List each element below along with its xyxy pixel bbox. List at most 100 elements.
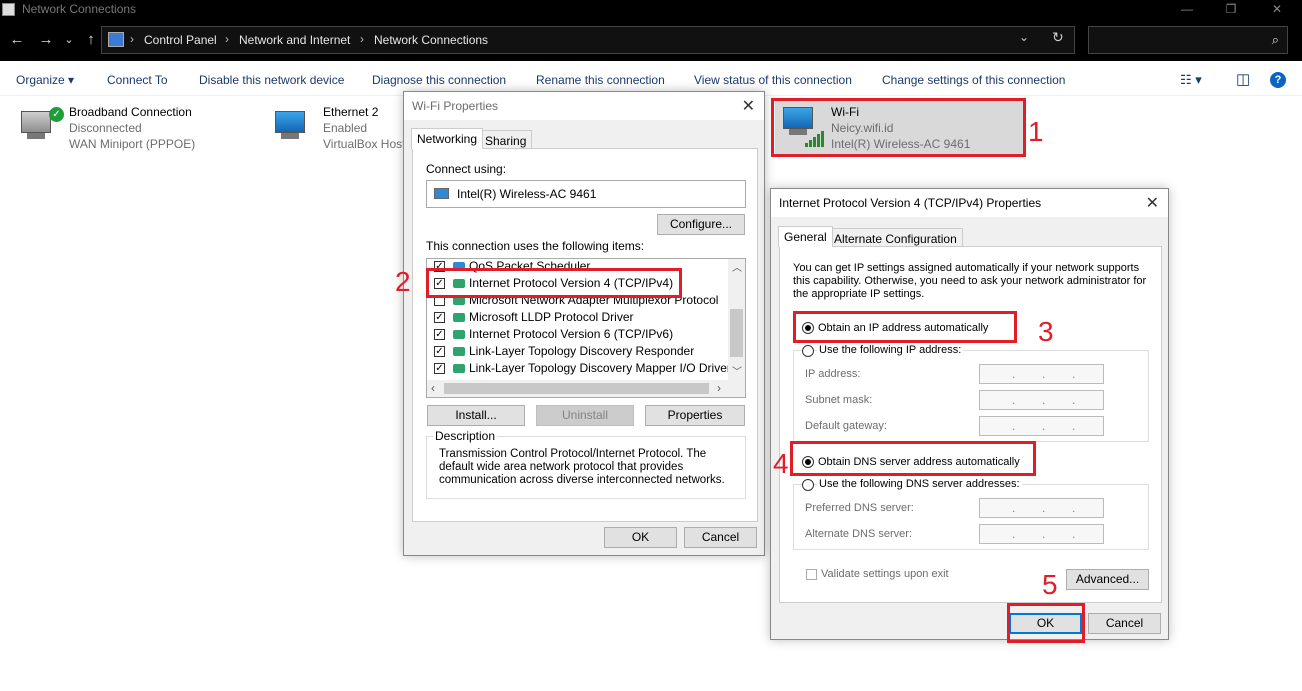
ok-button[interactable]: OK <box>604 527 677 548</box>
recent-locations-button[interactable]: ⌄ <box>58 30 80 50</box>
minimize-button[interactable]: — <box>1164 0 1210 20</box>
item-label: Link-Layer Topology Discovery Mapper I/O… <box>469 361 731 375</box>
connection-status: Enabled <box>323 121 368 135</box>
configure-button[interactable]: Configure... <box>657 214 745 235</box>
window-title: Network Connections <box>22 2 137 16</box>
forward-button[interactable]: → <box>35 30 57 50</box>
annotation-number-3: 3 <box>1038 316 1054 347</box>
cancel-button[interactable]: Cancel <box>1088 613 1161 634</box>
use-ip-radio[interactable] <box>802 345 814 357</box>
alternate-dns-field: ... <box>979 524 1104 544</box>
adapter-field: Intel(R) Wireless-AC 9461 <box>426 180 746 208</box>
use-dns-radio[interactable] <box>802 479 814 491</box>
connection-device: VirtualBox Host <box>323 137 403 151</box>
maximize-button[interactable]: ❐ <box>1208 0 1254 20</box>
static-ip-group: Use the following IP address: IP address… <box>793 344 1149 442</box>
breadcrumb-separator: › <box>360 32 364 46</box>
close-icon[interactable]: ✕ <box>742 96 755 116</box>
checkbox[interactable]: ✓ <box>434 346 445 357</box>
diagnose-button[interactable]: Diagnose this connection <box>372 73 506 87</box>
description-text: Transmission Control Protocol/Internet P… <box>439 448 725 486</box>
protocol-icon <box>453 347 465 356</box>
connection-name: Broadband Connection <box>69 105 192 119</box>
dialog-title: Internet Protocol Version 4 (TCP/IPv4) P… <box>779 196 1042 210</box>
network-connections-window: { "window": { "title": "Network Connecti… <box>0 0 1302 691</box>
scrollbar-thumb[interactable] <box>730 309 743 357</box>
preview-pane-icon[interactable]: ◫ <box>1236 70 1250 88</box>
validate-checkbox[interactable] <box>806 569 817 580</box>
default-gateway-field: ... <box>979 416 1104 436</box>
ip-address-field: ... <box>979 364 1104 384</box>
network-connections-icon <box>2 3 15 16</box>
adapter-icon <box>434 188 449 199</box>
ip-address-label: IP address: <box>805 368 861 380</box>
connection-device: WAN Miniport (PPPOE) <box>69 137 196 151</box>
protocol-icon <box>453 313 465 322</box>
horizontal-scrollbar[interactable]: ‹ › <box>427 380 745 397</box>
network-adapter-icon: ✓ <box>17 107 64 145</box>
chevron-down-icon[interactable]: ⌄ <box>1019 30 1029 44</box>
connection-status: Disconnected <box>69 121 142 135</box>
annotation-box-2 <box>426 268 682 298</box>
annotation-box-4 <box>790 441 1036 476</box>
annotation-number-5: 5 <box>1042 569 1058 600</box>
ipv4-properties-dialog: Internet Protocol Version 4 (TCP/IPv4) P… <box>770 188 1169 640</box>
control-panel-icon <box>108 32 124 47</box>
item-label: Internet Protocol Version 6 (TCP/IPv6) <box>469 327 674 341</box>
tab-general[interactable]: General <box>778 226 833 247</box>
subnet-mask-label: Subnet mask: <box>805 394 873 406</box>
checkbox[interactable]: ✓ <box>434 363 445 374</box>
preferred-dns-field: ... <box>979 498 1104 518</box>
protocol-icon <box>453 330 465 339</box>
disable-device-button[interactable]: Disable this network device <box>199 73 344 87</box>
annotation-number-4: 4 <box>773 448 789 479</box>
breadcrumb-network-connections[interactable]: Network Connections <box>374 33 488 47</box>
connection-ethernet-2[interactable]: Ethernet 2 Enabled VirtualBox Host <box>271 105 403 153</box>
checkbox[interactable]: ✓ <box>434 312 445 323</box>
item-label: Microsoft LLDP Protocol Driver <box>469 310 634 324</box>
list-item[interactable]: ✓ Link-Layer Topology Discovery Mapper I… <box>427 360 731 377</box>
adapter-name: Intel(R) Wireless-AC 9461 <box>457 187 597 201</box>
tab-networking[interactable]: Networking <box>411 128 484 149</box>
change-settings-button[interactable]: Change settings of this connection <box>882 73 1065 87</box>
list-item[interactable]: ✓ Link-Layer Topology Discovery Responde… <box>427 343 727 360</box>
scrollbar-thumb[interactable] <box>444 383 709 394</box>
alternate-dns-label: Alternate DNS server: <box>805 528 912 540</box>
back-button[interactable]: ← <box>6 30 28 50</box>
item-label: Link-Layer Topology Discovery Responder <box>469 344 695 358</box>
install-button[interactable]: Install... <box>427 405 525 426</box>
advanced-button[interactable]: Advanced... <box>1066 569 1149 590</box>
view-status-button[interactable]: View status of this connection <box>694 73 852 87</box>
default-gateway-label: Default gateway: <box>805 420 887 432</box>
help-icon[interactable]: ? <box>1270 72 1286 88</box>
annotation-box-1 <box>771 98 1026 157</box>
up-button[interactable]: ↑ <box>80 30 102 50</box>
view-options-icon[interactable]: ☷ ▾ <box>1180 72 1202 88</box>
cancel-button[interactable]: Cancel <box>684 527 757 548</box>
organize-menu[interactable]: Organize ▾ <box>16 73 74 87</box>
search-icon: ⌕ <box>1271 32 1279 47</box>
properties-button[interactable]: Properties <box>645 405 745 426</box>
dialog-title-bar: Internet Protocol Version 4 (TCP/IPv4) P… <box>771 189 1168 217</box>
refresh-icon[interactable]: ↻ <box>1052 29 1064 46</box>
vertical-scrollbar[interactable]: ︿ ﹀ <box>728 259 745 381</box>
rename-button[interactable]: Rename this connection <box>536 73 665 87</box>
use-ip-label: Use the following IP address: <box>817 344 964 356</box>
uninstall-button[interactable]: Uninstall <box>536 405 634 426</box>
connection-broadband[interactable]: ✓ Broadband Connection Disconnected WAN … <box>17 105 257 153</box>
connect-to-button[interactable]: Connect To <box>107 73 168 87</box>
dialog-title-bar: Wi-Fi Properties ✕ <box>404 92 764 120</box>
close-icon[interactable]: ✕ <box>1146 193 1159 213</box>
search-input[interactable]: ⌕ <box>1088 26 1288 54</box>
intro-text: You can get IP settings assigned automat… <box>793 262 1147 300</box>
subnet-mask-field: ... <box>979 390 1104 410</box>
breadcrumb[interactable]: › Control Panel › Network and Internet ›… <box>101 26 1075 54</box>
list-item[interactable]: ✓ Microsoft LLDP Protocol Driver <box>427 309 727 326</box>
description-group: Description Transmission Control Protoco… <box>426 429 746 499</box>
close-button[interactable]: ✕ <box>1254 0 1300 20</box>
breadcrumb-network-and-internet[interactable]: Network and Internet <box>239 33 350 47</box>
breadcrumb-separator: › <box>225 32 229 46</box>
breadcrumb-control-panel[interactable]: Control Panel <box>144 33 217 47</box>
checkbox[interactable]: ✓ <box>434 329 445 340</box>
list-item[interactable]: ✓ Internet Protocol Version 6 (TCP/IPv6) <box>427 326 727 343</box>
